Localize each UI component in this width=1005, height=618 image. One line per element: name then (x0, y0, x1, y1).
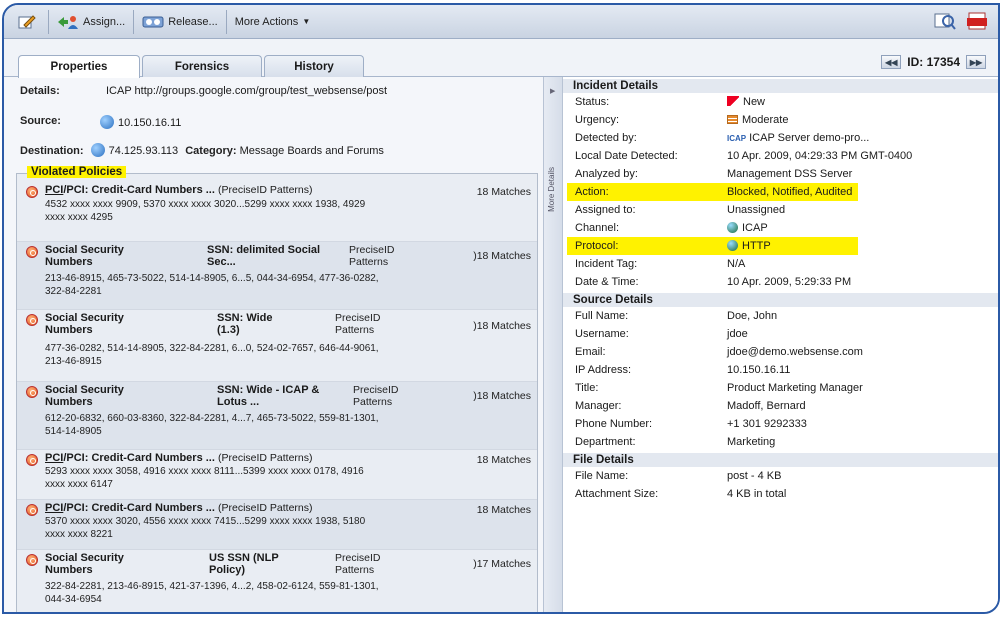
match-values: 213-46-8915, 465-73-5022, 514-14-8905, 6… (45, 273, 379, 297)
incident-id-nav: ◀◀ ID: 17354 ▶▶ (881, 55, 986, 69)
policy-alert-icon (26, 246, 38, 258)
toolbar-right (934, 11, 988, 31)
policy-link[interactable]: PCI (45, 184, 63, 196)
detail-row-phone: Phone Number: +1 301 9292333 (575, 418, 807, 430)
detail-row-department: Department: Marketing (575, 436, 776, 448)
detail-row-manager: Manager: Madoff, Bernard (575, 400, 806, 412)
detail-row-ip-address: IP Address: 10.150.16.11 (575, 364, 791, 376)
policy-row[interactable]: Social Security Numbers SSN: Wide - ICAP … (17, 382, 537, 450)
policy-row[interactable]: Social Security Numbers SSN: Wide (1.3) Pr… (17, 310, 537, 382)
policy-row[interactable]: Social Security Numbers SSN: delimited So… (17, 242, 537, 310)
match-values: 5293 xxxx xxxx 3058, 4916 xxxx xxxx 8111… (45, 466, 364, 490)
detail-row-date-time: Date & Time: 10 Apr. 2009, 5:29:33 PM (575, 276, 852, 288)
match-count: 18 Matches (476, 186, 531, 198)
tab-bar: Properties Forensics History ◀◀ ID: 1735… (4, 39, 998, 78)
edit-button[interactable] (10, 9, 49, 34)
details-value: ICAP http://groups.google.com/group/test… (106, 85, 388, 97)
category-value: Message Boards and Forums (239, 145, 384, 157)
release-label: Release... (168, 15, 218, 28)
next-incident-button[interactable]: ▶▶ (966, 55, 986, 69)
assign-user-icon (58, 15, 78, 29)
globe-icon (90, 143, 105, 157)
release-icon (142, 16, 164, 27)
policy-alert-icon (26, 454, 38, 466)
detail-row-title: Title: Product Marketing Manager (575, 382, 863, 394)
incident-window: Assign... Release... More Actions ▼ Prop… (2, 3, 1000, 614)
match-count: )18 Matches (473, 390, 531, 402)
more-actions-label: More Actions (234, 15, 299, 28)
detail-row-urgency: Urgency: Moderate (575, 114, 789, 126)
detail-row-detected-by: Detected by: ICAP ICAP Server demo-pro... (563, 129, 998, 147)
details-row: Details: ICAP http://groups.google.com/g… (20, 85, 388, 97)
match-values: 5370 xxxx xxxx 3020, 4556 xxxx xxxx 7415… (45, 516, 366, 540)
match-values: 612-20-6832, 660-03-8360, 322-84-2281, 4… (45, 413, 379, 437)
detail-row-action: Action: Blocked, Notified, Audited (567, 183, 858, 201)
policy-row[interactable]: PCI/PCI: Credit-Card Numbers ... (Precis… (17, 450, 537, 500)
detail-row-status: Status: New (575, 96, 766, 108)
match-values: 4532 xxxx xxxx 9909, 5370 xxxx xxxx 3020… (45, 199, 366, 223)
source-value: 10.150.16.11 (118, 117, 182, 129)
channel-icon (727, 222, 738, 233)
release-button[interactable]: Release... (134, 9, 227, 34)
more-details-splitter[interactable]: ▶ More Details (543, 77, 562, 612)
pdf-export-icon[interactable] (966, 11, 988, 31)
incident-details-title: Incident Details (563, 79, 998, 93)
source-details-title: Source Details (563, 293, 998, 307)
violated-policies-title: Violated Policies (27, 166, 127, 178)
policy-alert-icon (26, 554, 38, 566)
tab-forensics[interactable]: Forensics (142, 55, 262, 77)
properties-pane: Details: ICAP http://groups.google.com/g… (4, 77, 543, 612)
assign-label: Assign... (83, 15, 126, 28)
policy-link[interactable]: PCI (45, 452, 63, 464)
detail-row-full-name: Full Name: Doe, John (575, 310, 778, 322)
details-pane: Incident Details Status: New Urgency: Mode… (562, 77, 998, 612)
tab-properties[interactable]: Properties (18, 55, 140, 78)
file-details-title: File Details (563, 453, 998, 467)
policy-row[interactable]: Social Security Numbers US SSN (NLP Policy… (17, 550, 537, 612)
urgency-icon (727, 115, 738, 124)
policy-alert-icon (26, 186, 38, 198)
detail-row-channel: Channel: ICAP (575, 222, 768, 234)
detail-row-username: Username: jdoe (575, 328, 748, 340)
match-count: )17 Matches (473, 558, 531, 570)
detail-row-attachment-size: Attachment Size: 4 KB in total (575, 488, 787, 500)
match-values: 477-36-0282, 514-14-8905, 322-84-2281, 6… (45, 343, 379, 367)
detail-row-email: Email: jdoe@demo.websense.com (575, 346, 863, 358)
detail-row-protocol: Protocol: HTTP (567, 237, 858, 255)
detail-row-incident-tag: Incident Tag: N/A (575, 258, 746, 270)
zoom-icon[interactable] (934, 11, 956, 31)
destination-row: Destination: 74.125.93.113 Category: Mes… (20, 143, 384, 157)
flag-icon (727, 96, 739, 106)
policy-row[interactable]: PCI/PCI: Credit-Card Numbers ... (Precis… (17, 182, 537, 242)
globe-icon (100, 115, 114, 129)
detail-row-file-name: File Name: post - 4 KB (575, 470, 782, 482)
match-count: )18 Matches (473, 320, 531, 332)
server-icon: ICAP (727, 134, 747, 143)
detail-row-analyzed-by: Analyzed by: Management DSS Server (575, 168, 853, 180)
previous-incident-button[interactable]: ◀◀ (881, 55, 902, 69)
policy-alert-icon (26, 504, 38, 516)
policy-alert-icon (26, 314, 38, 326)
match-count: )18 Matches (473, 250, 531, 262)
match-values: 322-84-2281, 213-46-8915, 421-37-1396, 4… (45, 581, 379, 605)
toolbar: Assign... Release... More Actions ▼ (4, 5, 998, 39)
splitter-label: More Details (547, 167, 556, 212)
policy-row[interactable]: PCI/PCI: Credit-Card Numbers ... (Precis… (17, 500, 537, 550)
detail-row-assigned-to: Assigned to: Unassigned (575, 204, 786, 216)
tab-history[interactable]: History (264, 55, 364, 77)
chevron-down-icon: ▼ (302, 17, 311, 26)
edit-icon (18, 14, 36, 28)
more-actions-button[interactable]: More Actions ▼ (227, 10, 319, 34)
source-row: Source: 10.150.16.11 (20, 115, 182, 129)
violated-policies-group: Violated Policies PCI/PCI: Credit-Card N… (16, 166, 538, 612)
assign-button[interactable]: Assign... (49, 9, 135, 34)
policy-alert-icon (26, 386, 38, 398)
destination-value: 74.125.93.113 (108, 145, 179, 157)
protocol-icon (727, 240, 738, 251)
incident-id: ID: 17354 (907, 55, 960, 69)
expand-arrow-icon[interactable]: ▶ (550, 87, 555, 95)
policy-link[interactable]: PCI (45, 502, 63, 514)
detail-row-local-date: Local Date Detected: 10 Apr. 2009, 04:29:… (575, 150, 913, 162)
